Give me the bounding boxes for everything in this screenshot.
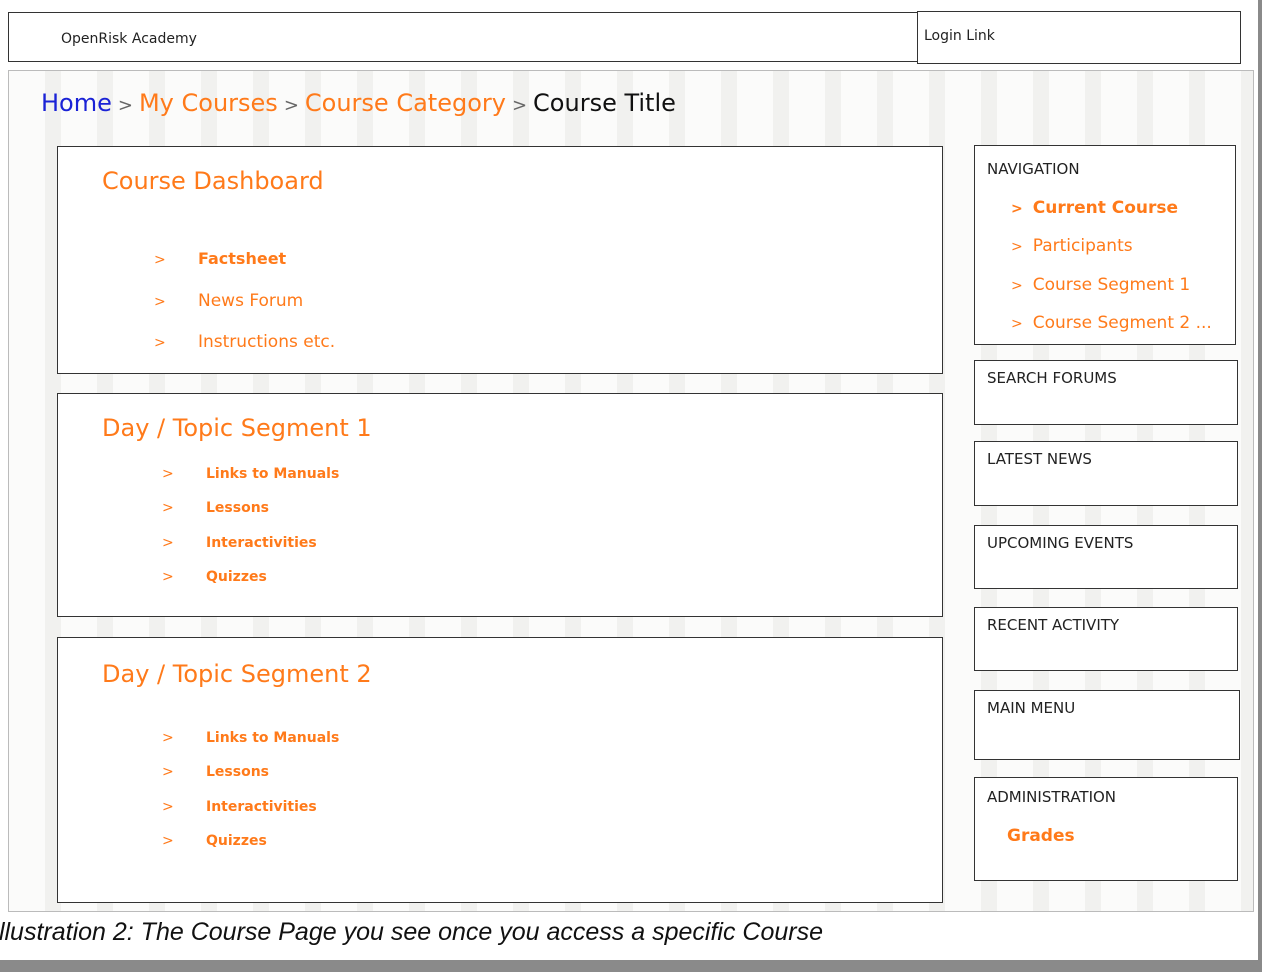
recent-activity-title: RECENT ACTIVITY xyxy=(987,616,1120,634)
administration-title: ADMINISTRATION xyxy=(987,788,1117,806)
segment-1-quizzes[interactable]: > Quizzes xyxy=(162,569,267,585)
course-dashboard-panel: Course Dashboard > Factsheet > News Forum … xyxy=(57,146,943,374)
login-link[interactable]: Login Link xyxy=(924,28,995,44)
chevron-right-icon: > xyxy=(162,730,174,746)
breadcrumb-course-title: Course Title xyxy=(533,89,676,117)
main-menu-block: MAIN MENU xyxy=(974,690,1240,760)
segment-2-interactivities[interactable]: > Interactivities xyxy=(162,799,317,815)
site-brand[interactable]: OpenRisk Academy xyxy=(61,31,197,47)
breadcrumb-home[interactable]: Home xyxy=(41,89,112,117)
chevron-right-icon: > xyxy=(1011,239,1023,255)
chevron-right-icon: > xyxy=(1011,201,1023,217)
upcoming-events-title: UPCOMING EVENTS xyxy=(987,534,1134,552)
upcoming-events-block: UPCOMING EVENTS xyxy=(974,525,1238,589)
dashboard-item-instructions[interactable]: > Instructions etc. xyxy=(154,332,335,352)
segment-2-links-to-manuals[interactable]: > Links to Manuals xyxy=(162,730,339,746)
administration-block: ADMINISTRATION Grades xyxy=(974,777,1238,881)
segment-1-lessons[interactable]: > Lessons xyxy=(162,500,269,516)
chevron-right-icon: > xyxy=(162,466,174,482)
login-box: Login Link xyxy=(917,11,1241,64)
chevron-right-icon: > xyxy=(154,335,166,351)
topic-segment-2-panel: Day / Topic Segment 2 > Links to Manuals … xyxy=(57,637,943,903)
chevron-right-icon: > xyxy=(154,294,166,310)
navigation-title: NAVIGATION xyxy=(987,160,1080,178)
segment-2-title: Day / Topic Segment 2 xyxy=(102,660,372,688)
illustration-caption: Illustration 2: The Course Page you see … xyxy=(0,918,823,946)
page: OpenRisk Academy Login Link Home > My Cour… xyxy=(0,0,1258,960)
nav-item-course-segment-1[interactable]: > Course Segment 1 xyxy=(1011,275,1190,295)
breadcrumb-separator: > xyxy=(283,95,299,116)
breadcrumb-my-courses[interactable]: My Courses xyxy=(139,89,278,117)
dashboard-item-news-forum[interactable]: > News Forum xyxy=(154,291,303,311)
chevron-right-icon: > xyxy=(162,569,174,585)
chevron-right-icon: > xyxy=(1011,316,1023,332)
search-forums-title: SEARCH FORUMS xyxy=(987,369,1117,387)
segment-2-quizzes[interactable]: > Quizzes xyxy=(162,833,267,849)
navigation-block: NAVIGATION > Current Course > Participants… xyxy=(974,145,1236,345)
administration-grades-link[interactable]: Grades xyxy=(1007,826,1075,846)
main-menu-title: MAIN MENU xyxy=(987,699,1076,717)
chevron-right-icon: > xyxy=(162,764,174,780)
course-page-canvas: Home > My Courses > Course Category > Course T… xyxy=(8,70,1254,912)
breadcrumb-separator: > xyxy=(511,95,528,116)
segment-1-interactivities[interactable]: > Interactivities xyxy=(162,535,317,551)
chevron-right-icon: > xyxy=(162,799,174,815)
nav-item-current-course[interactable]: > Current Course xyxy=(1011,198,1178,218)
latest-news-title: LATEST NEWS xyxy=(987,450,1092,468)
breadcrumb-separator: > xyxy=(117,95,133,116)
topic-segment-1-panel: Day / Topic Segment 1 > Links to Manuals … xyxy=(57,393,943,617)
segment-2-lessons[interactable]: > Lessons xyxy=(162,764,269,780)
segment-1-title: Day / Topic Segment 1 xyxy=(102,414,372,442)
top-header: OpenRisk Academy Login Link xyxy=(8,11,1241,64)
course-dashboard-title: Course Dashboard xyxy=(102,167,324,195)
chevron-right-icon: > xyxy=(162,500,174,516)
chevron-right-icon: > xyxy=(162,535,174,551)
dashboard-item-factsheet[interactable]: > Factsheet xyxy=(154,249,286,268)
latest-news-block: LATEST NEWS xyxy=(974,441,1238,506)
nav-item-course-segment-2[interactable]: > Course Segment 2 ... xyxy=(1011,313,1212,333)
chevron-right-icon: > xyxy=(154,252,166,268)
breadcrumb: Home > My Courses > Course Category > Course T… xyxy=(41,89,676,117)
segment-1-links-to-manuals[interactable]: > Links to Manuals xyxy=(162,466,339,482)
nav-item-participants[interactable]: > Participants xyxy=(1011,236,1133,256)
recent-activity-block: RECENT ACTIVITY xyxy=(974,607,1238,671)
chevron-right-icon: > xyxy=(162,833,174,849)
search-forums-block: SEARCH FORUMS xyxy=(974,360,1238,425)
breadcrumb-course-category[interactable]: Course Category xyxy=(305,89,506,117)
chevron-right-icon: > xyxy=(1011,278,1023,294)
